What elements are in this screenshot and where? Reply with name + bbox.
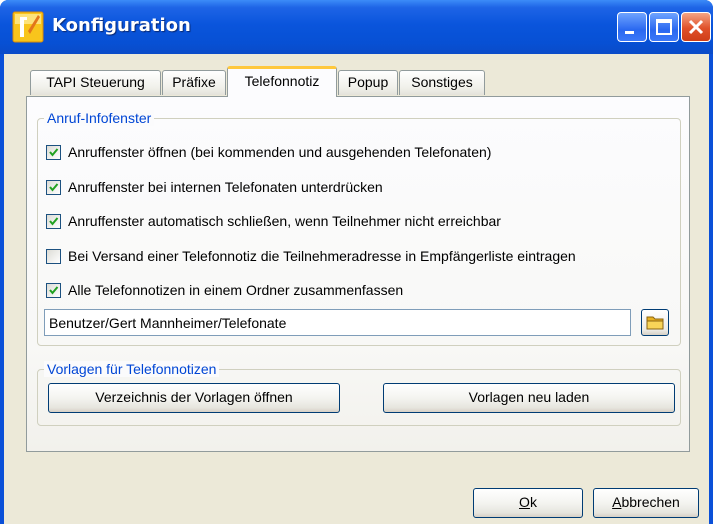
- option-label: Bei Versand einer Telefonnotiz die Teiln…: [68, 248, 576, 264]
- app-logo-icon: [12, 11, 44, 43]
- anruf-infofenster-group: Anruf-Infofenster Anruffenster öffnen (b…: [37, 110, 681, 346]
- option-label: Anruffenster bei internen Telefonaten un…: [68, 179, 383, 195]
- cancel-button[interactable]: Abbrechen: [593, 488, 699, 518]
- folder-path-input[interactable]: [44, 309, 631, 336]
- dialog-window: Konfiguration TAPI Steuerung Präfixe Tel…: [0, 0, 713, 524]
- reload-templates-button[interactable]: Vorlagen neu laden: [383, 383, 675, 413]
- tab-tapi-steuerung[interactable]: TAPI Steuerung: [30, 70, 161, 95]
- vorlagen-title: Vorlagen für Telefonnotizen: [44, 361, 220, 377]
- checkmark-icon: [49, 183, 59, 192]
- ok-label-rest: k: [529, 494, 537, 510]
- option-label: Anruffenster öffnen (bei kommenden und a…: [68, 144, 492, 160]
- checkmark-icon: [49, 148, 59, 157]
- checkbox[interactable]: [46, 145, 61, 160]
- maximize-icon: [656, 19, 672, 35]
- checkbox[interactable]: [46, 214, 61, 229]
- folder-icon: [646, 316, 664, 330]
- vorlagen-group: Vorlagen für Telefonnotizen Verzeichnis …: [37, 361, 681, 426]
- close-button[interactable]: [681, 12, 711, 42]
- checkmark-icon: [49, 217, 59, 226]
- option-label: Anruffenster automatisch schließen, wenn…: [68, 213, 501, 229]
- tab-telefonnotiz[interactable]: Telefonnotiz: [227, 66, 337, 97]
- title-bar[interactable]: Konfiguration: [0, 0, 713, 54]
- checkbox[interactable]: [46, 249, 61, 264]
- option-label: Alle Telefonnotizen in einem Ordner zusa…: [68, 282, 404, 298]
- anruf-infofenster-title: Anruf-Infofenster: [44, 110, 155, 126]
- tab-sonstiges[interactable]: Sonstiges: [399, 70, 485, 95]
- cancel-label-rest: bbrechen: [621, 494, 680, 510]
- browse-folder-button[interactable]: [641, 309, 669, 336]
- checkbox[interactable]: [46, 283, 61, 298]
- checkmark-icon: [49, 286, 59, 295]
- maximize-button[interactable]: [649, 12, 679, 42]
- close-icon: [688, 19, 704, 35]
- tab-panel-telefonnotiz: Anruf-Infofenster Anruffenster öffnen (b…: [26, 96, 690, 452]
- ok-button[interactable]: Ok: [473, 488, 583, 518]
- minimize-button[interactable]: [617, 12, 647, 42]
- window-title: Konfiguration: [52, 15, 191, 36]
- ok-mnemonic: O: [519, 494, 530, 510]
- open-templates-folder-button[interactable]: Verzeichnis der Vorlagen öffnen: [48, 383, 340, 413]
- dialog-client-area: TAPI Steuerung Präfixe Telefonnotiz Popu…: [4, 54, 709, 524]
- checkbox[interactable]: [46, 180, 61, 195]
- tab-praefixe[interactable]: Präfixe: [162, 70, 226, 95]
- tab-popup[interactable]: Popup: [338, 70, 398, 95]
- minimize-icon: [625, 31, 634, 34]
